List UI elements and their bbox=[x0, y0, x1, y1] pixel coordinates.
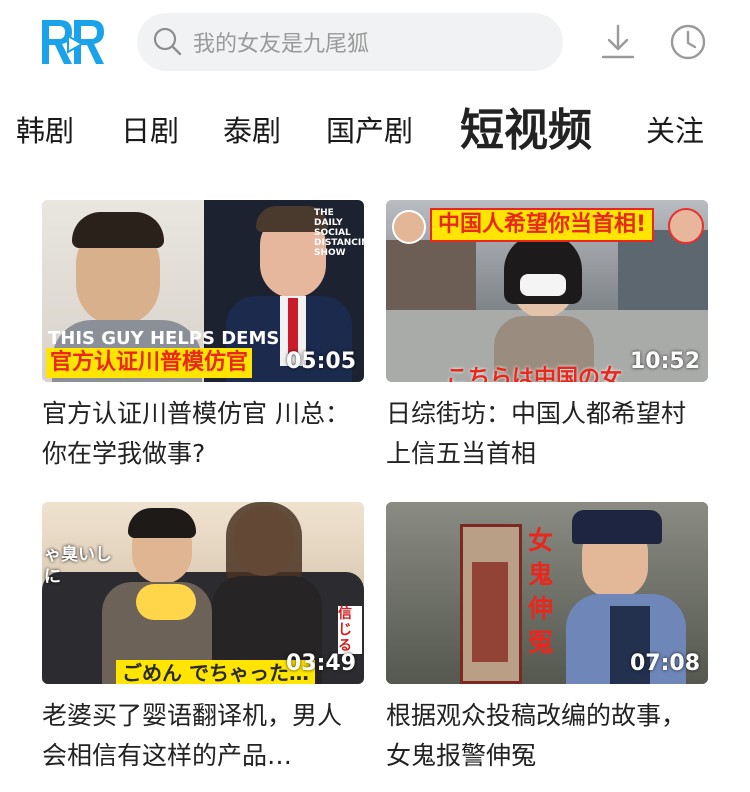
video-title[interactable]: 根据观众投稿改编的故事，女鬼报警伸冤 bbox=[386, 696, 708, 776]
video-thumbnail[interactable]: 女鬼伸冤 07:08 bbox=[386, 502, 708, 684]
thumbnail-subtitle: こちらは中国の女 bbox=[446, 366, 623, 382]
video-title[interactable]: 老婆买了婴语翻译机，男人会相信有这样的产品… bbox=[42, 696, 364, 776]
video-card[interactable]: THE DAILY SOCIAL DISTANCING SHOW THIS GU… bbox=[42, 200, 364, 474]
video-duration: 10:52 bbox=[629, 349, 700, 374]
search-icon bbox=[153, 27, 182, 56]
video-card[interactable]: ゃ臭いしに 信じる ごめん でちゃった… 03:49 老婆买了婴语翻译机，男人会… bbox=[42, 502, 364, 776]
tab-korean-drama[interactable]: 韩剧 bbox=[16, 108, 74, 150]
thumbnail-vertical-text: 女鬼伸冤 bbox=[528, 526, 554, 657]
tab-domestic-drama[interactable]: 国产剧 bbox=[326, 108, 413, 150]
video-thumbnail[interactable]: ゃ臭いしに 信じる ごめん でちゃった… 03:49 bbox=[42, 502, 364, 684]
thumbnail-side-text: ゃ臭いしに bbox=[44, 545, 112, 587]
download-icon[interactable] bbox=[598, 22, 638, 62]
thumbnail-side-text: 信じる bbox=[338, 606, 362, 654]
video-duration: 03:49 bbox=[285, 651, 356, 676]
video-thumbnail[interactable]: THE DAILY SOCIAL DISTANCING SHOW THIS GU… bbox=[42, 200, 364, 382]
history-icon[interactable] bbox=[668, 22, 708, 62]
tab-japanese-drama[interactable]: 日剧 bbox=[121, 108, 179, 150]
thumbnail-caption: 中国人希望你当首相! bbox=[430, 208, 655, 242]
video-card[interactable]: 中国人希望你当首相! こちらは中国の女 10:52 日综街坊：中国人都希望村上信… bbox=[386, 200, 708, 474]
search-placeholder: 我的女友是九尾狐 bbox=[193, 32, 370, 57]
video-card[interactable]: 女鬼伸冤 07:08 根据观众投稿改编的故事，女鬼报警伸冤 bbox=[386, 502, 708, 776]
show-badge: THE DAILY SOCIAL DISTANCING SHOW bbox=[314, 208, 364, 258]
video-title[interactable]: 日综街坊：中国人都希望村上信五当首相 bbox=[386, 394, 708, 474]
app-logo[interactable] bbox=[38, 14, 110, 70]
tab-short-video[interactable]: 短视频 bbox=[460, 94, 592, 158]
top-bar: 我的女友是九尾狐 bbox=[0, 0, 750, 86]
search-bar[interactable]: 我的女友是九尾狐 bbox=[137, 13, 563, 71]
thumbnail-caption: 官方认证川普模仿官 bbox=[46, 348, 253, 378]
video-thumbnail[interactable]: 中国人希望你当首相! こちらは中国の女 10:52 bbox=[386, 200, 708, 382]
thumbnail-overlay-text: THIS GUY HELPS DEMS bbox=[48, 328, 280, 349]
tab-following[interactable]: 关注 bbox=[646, 108, 704, 150]
video-duration: 05:05 bbox=[285, 349, 356, 374]
video-duration: 07:08 bbox=[629, 651, 700, 676]
category-tabs: 韩剧 日剧 泰剧 国产剧 短视频 关注 bbox=[0, 94, 750, 158]
video-title[interactable]: 官方认证川普模仿官 川总：你在学我做事? bbox=[42, 394, 364, 474]
tab-thai-drama[interactable]: 泰剧 bbox=[223, 108, 281, 150]
